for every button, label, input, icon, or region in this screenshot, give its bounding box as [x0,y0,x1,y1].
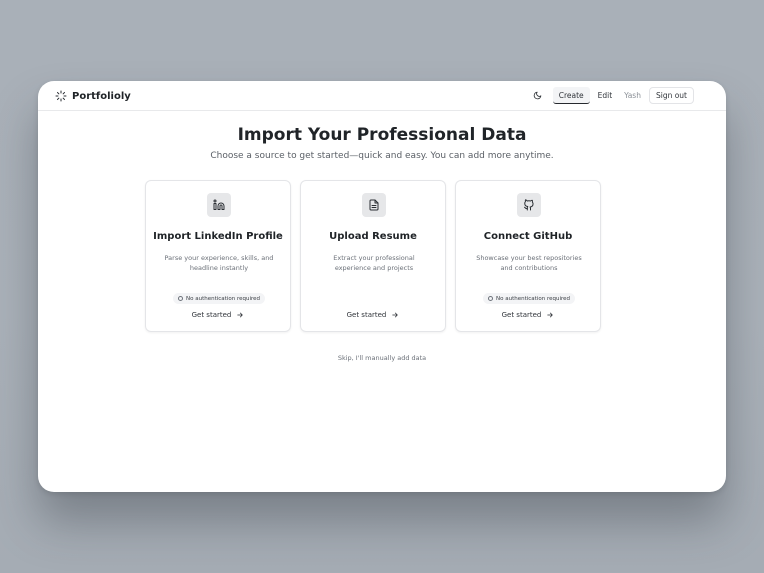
nav-actions: Create Edit Yash Sign out [530,87,694,104]
circle-icon [487,296,493,301]
card-title: Import LinkedIn Profile [153,231,283,242]
arrow-right-icon [547,312,554,318]
moon-icon [533,91,542,100]
file-icon [369,199,379,211]
page-subtitle: Choose a source to get started—quick and… [210,151,554,161]
import-linkedin-card[interactable]: Import LinkedIn Profile Parse your exper… [145,180,291,332]
arrow-right-icon [392,312,399,318]
card-icon-container [517,193,541,217]
brand-logo[interactable]: Portfolioly [55,89,131,103]
top-navbar: Portfolioly Create Edit Yash Sign out [38,81,726,111]
card-title: Connect GitHub [483,231,573,242]
get-started-resume-button[interactable]: Get started [301,311,445,319]
card-description: Showcase your best repositories and cont… [476,254,582,272]
connect-github-card[interactable]: Connect GitHub Showcase your best reposi… [455,180,601,332]
user-name: Yash [624,91,641,100]
brand-name: Portfolioly [72,90,131,102]
nav-edit-link[interactable]: Edit [592,87,619,104]
get-started-github-button[interactable]: Get started [456,311,600,319]
cta-label: Get started [346,311,387,319]
cta-label: Get started [501,311,542,319]
card-title: Upload Resume [329,231,417,242]
app-window: Portfolioly Create Edit Yash Sign out Im… [38,81,726,492]
nav-create-link[interactable]: Create [552,87,590,104]
badge-label: No authentication required [495,295,570,302]
github-icon [524,199,534,211]
badge-label: No authentication required [185,295,260,302]
linkedin-icon [213,199,225,210]
no-auth-badge: No authentication required [483,293,575,304]
card-icon-container [207,193,231,217]
page-title: Import Your Professional Data [237,125,527,145]
arrow-right-icon [237,312,244,318]
upload-resume-card[interactable]: Upload Resume Extract your professional … [300,180,446,332]
no-auth-badge: No authentication required [173,293,265,304]
card-icon-container [362,193,386,217]
skip-manual-link[interactable]: Skip, I'll manually add data [38,354,726,362]
theme-toggle-button[interactable] [530,88,546,104]
cta-label: Get started [191,311,232,319]
sparkle-icon [55,90,67,102]
get-started-linkedin-button[interactable]: Get started [146,311,290,319]
card-description: Parse your experience, skills, and headl… [164,254,274,272]
card-description: Extract your professional experience and… [333,254,415,272]
sign-out-button[interactable]: Sign out [648,87,694,104]
circle-icon [177,296,183,301]
